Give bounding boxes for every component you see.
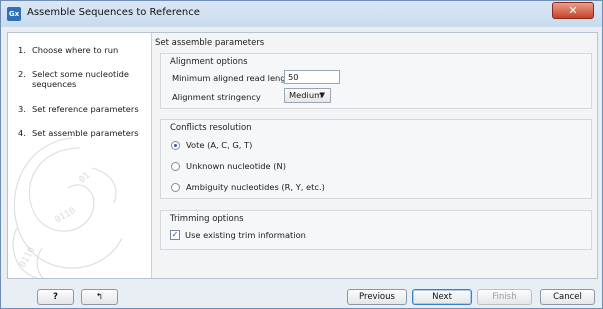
parameters-panel: Set assemble parameters Alignment option…: [152, 33, 597, 278]
chevron-down-icon: ▼: [319, 91, 325, 99]
unknown-nucleotide-radio[interactable]: [171, 162, 180, 171]
step-number: 1.: [18, 45, 26, 55]
dialog-body: 1. Choose where to run 2. Select some nu…: [7, 32, 598, 279]
close-button[interactable]: ✕: [552, 2, 594, 19]
ambiguity-nucleotides-label[interactable]: Ambiguity nucleotides (R, Y, etc.): [186, 182, 325, 192]
svg-text:0110: 0110: [54, 206, 78, 226]
next-button[interactable]: Next: [412, 289, 472, 305]
group-title: Conflicts resolution: [170, 123, 252, 133]
step-label: Select some nucleotide sequences: [32, 69, 129, 89]
steps-panel: 1. Choose where to run 2. Select some nu…: [8, 33, 152, 278]
unknown-nucleotide-label[interactable]: Unknown nucleotide (N): [186, 161, 286, 171]
svg-text:0110: 0110: [18, 246, 38, 270]
group-title: Trimming options: [170, 214, 244, 224]
stringency-select[interactable]: Medium ▼: [284, 88, 331, 103]
trimming-options-group: Trimming options ✓ Use existing trim inf…: [160, 210, 592, 250]
reset-icon: ↰: [95, 292, 104, 302]
conflicts-resolution-group: Conflicts resolution Vote (A, C, G, T) U…: [160, 119, 592, 199]
group-title: Alignment options: [170, 57, 248, 67]
title-bar[interactable]: Gx Assemble Sequences to Reference ✕: [1, 1, 602, 27]
dialog-window: Gx Assemble Sequences to Reference ✕ 1. …: [0, 0, 603, 309]
svg-text:01: 01: [78, 171, 93, 186]
decorative-swirl-watermark: 0110 0110 01: [12, 137, 123, 278]
min-length-label: Minimum aligned read length: [172, 73, 295, 83]
stringency-value: Medium: [289, 90, 323, 100]
reset-button[interactable]: ↰: [81, 289, 118, 305]
step-number: 2.: [18, 69, 26, 79]
use-trim-checkbox[interactable]: ✓: [170, 230, 180, 240]
step-label: Set reference parameters: [32, 104, 139, 114]
step-number: 3.: [18, 104, 26, 114]
app-icon: Gx: [7, 7, 21, 21]
ambiguity-nucleotides-radio[interactable]: [171, 183, 180, 192]
stringency-label: Alignment stringency: [172, 92, 261, 102]
vote-radio[interactable]: [171, 141, 180, 150]
alignment-options-group: Alignment options Minimum aligned read l…: [160, 53, 592, 109]
panel-heading: Set assemble parameters: [155, 38, 265, 48]
previous-button[interactable]: Previous: [347, 289, 407, 305]
help-button[interactable]: ?: [37, 289, 74, 305]
use-trim-label[interactable]: Use existing trim information: [185, 230, 306, 240]
finish-button[interactable]: Finish: [477, 289, 532, 305]
window-title: Assemble Sequences to Reference: [27, 7, 200, 18]
cancel-button[interactable]: Cancel: [540, 289, 595, 305]
min-length-input[interactable]: 50: [284, 70, 340, 84]
step-label: Choose where to run: [32, 45, 119, 55]
vote-label[interactable]: Vote (A, C, G, T): [186, 140, 252, 150]
